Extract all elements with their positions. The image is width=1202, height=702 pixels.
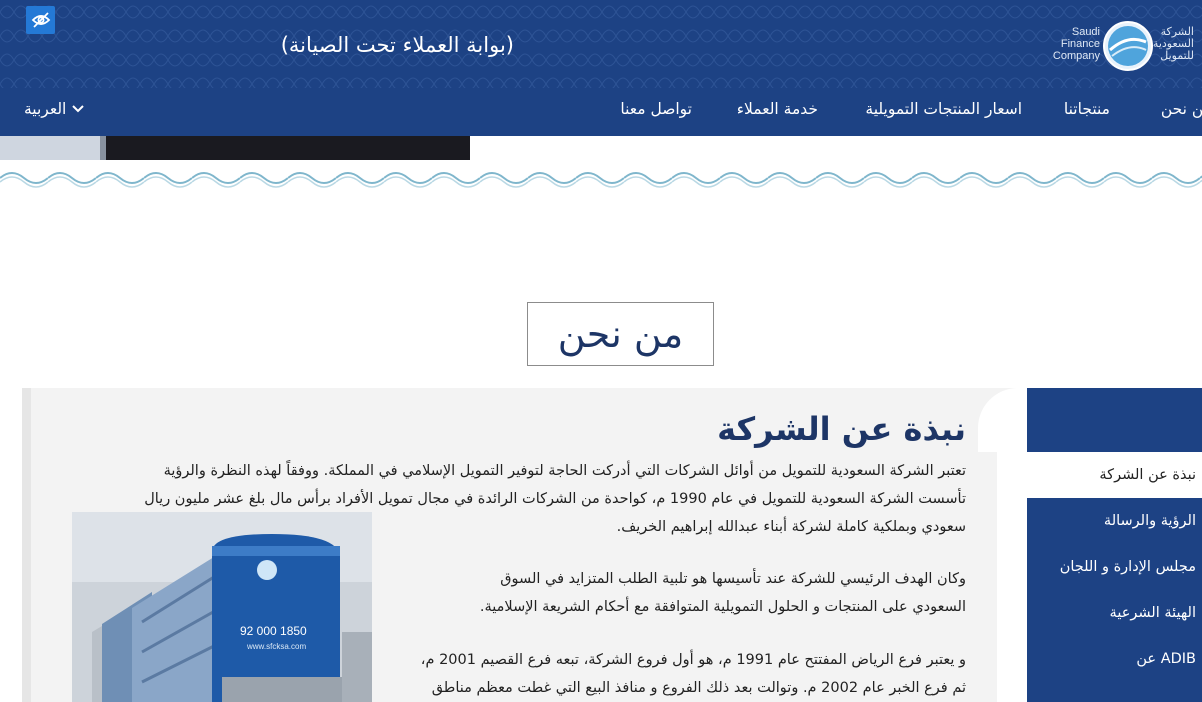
logo-english-text: Saudi Finance Company xyxy=(1052,26,1100,62)
language-label: العربية xyxy=(24,100,67,118)
sidebar-item-sharia-board[interactable]: الهيئة الشرعية xyxy=(1027,590,1202,636)
section-title: من نحن xyxy=(527,302,714,366)
hero-image-edge xyxy=(100,136,106,160)
sidebar-item-about-adib[interactable]: ADIB عن xyxy=(1027,636,1202,682)
building-illustration xyxy=(72,512,372,702)
sidebar-item-vision-mission[interactable]: الرؤية والرسالة xyxy=(1027,498,1202,544)
panel-corner xyxy=(978,388,1028,452)
hero-image xyxy=(0,136,470,160)
paragraph-line: تعتبر الشركة السعودية للتمويل من أوائل ا… xyxy=(163,463,966,479)
sidebar-item-company-overview[interactable]: نبذة عن الشركة xyxy=(1027,452,1202,498)
site-header: (بوابة العملاء تحت الصيانة) Saudi Financ… xyxy=(0,0,1202,136)
eye-off-icon xyxy=(31,12,50,28)
headquarters-photo: 92 000 1850 www.sfcksa.com xyxy=(72,512,372,702)
building-url: www.sfcksa.com xyxy=(247,642,307,651)
nav-customer-service[interactable]: خدمة العملاء xyxy=(737,100,818,118)
chevron-down-icon xyxy=(72,105,85,113)
logo-arabic-text: الشركة السعودية للتمويل xyxy=(1152,25,1194,62)
sidebar-header xyxy=(1027,388,1202,452)
nav-financing-prices[interactable]: اسعار المنتجات التمويلية xyxy=(865,100,1022,118)
sidebar-item-more[interactable] xyxy=(1027,682,1202,702)
about-sidebar: نبذة عن الشركة الرؤية والرسالة مجلس الإد… xyxy=(1027,388,1202,702)
main-nav: من نحن منتجاتنا اسعار المنتجات التمويلية… xyxy=(0,90,1202,136)
paragraph-line: ثم فرع الخبر عام 2002 م. وتوالت بعد ذلك … xyxy=(431,680,966,696)
section-title-text: من نحن xyxy=(557,312,684,356)
nav-about[interactable]: من نحن xyxy=(1161,100,1202,118)
paragraph-line: و يعتبر فرع الرياض المفتتح عام 1991 م، ه… xyxy=(420,652,966,668)
paragraph-line: السعودي على المنتجات و الحلول التمويلية … xyxy=(479,599,966,615)
nav-products[interactable]: منتجاتنا xyxy=(1064,100,1110,118)
paragraph-line: وكان الهدف الرئيسي للشركة عند تأسيسها هو… xyxy=(500,571,966,587)
company-logo[interactable]: Saudi Finance Company الشركة السعودية لل… xyxy=(1044,18,1194,74)
content-heading: نبذة عن الشركة xyxy=(717,410,966,448)
paragraph-line: تأسست الشركة السعودية للتمويل في عام 199… xyxy=(144,491,966,507)
nav-contact[interactable]: تواصل معنا xyxy=(620,100,692,118)
decorative-wave-border xyxy=(0,168,1202,188)
language-selector[interactable]: العربية xyxy=(24,100,85,118)
accessibility-button[interactable] xyxy=(26,6,55,34)
sidebar-item-board-committees[interactable]: مجلس الإدارة و اللجان xyxy=(1027,544,1202,590)
panel-corner-curve xyxy=(978,388,1028,452)
maintenance-notice: (بوابة العملاء تحت الصيانة) xyxy=(280,33,514,57)
globe-icon xyxy=(1103,21,1153,71)
paragraph-line: سعودي وبملكية كاملة لشركة أبناء عبدالله … xyxy=(616,519,966,535)
hero-image-light-area xyxy=(0,136,100,160)
building-phone: 92 000 1850 xyxy=(240,624,307,638)
panel-left-border xyxy=(22,388,31,702)
